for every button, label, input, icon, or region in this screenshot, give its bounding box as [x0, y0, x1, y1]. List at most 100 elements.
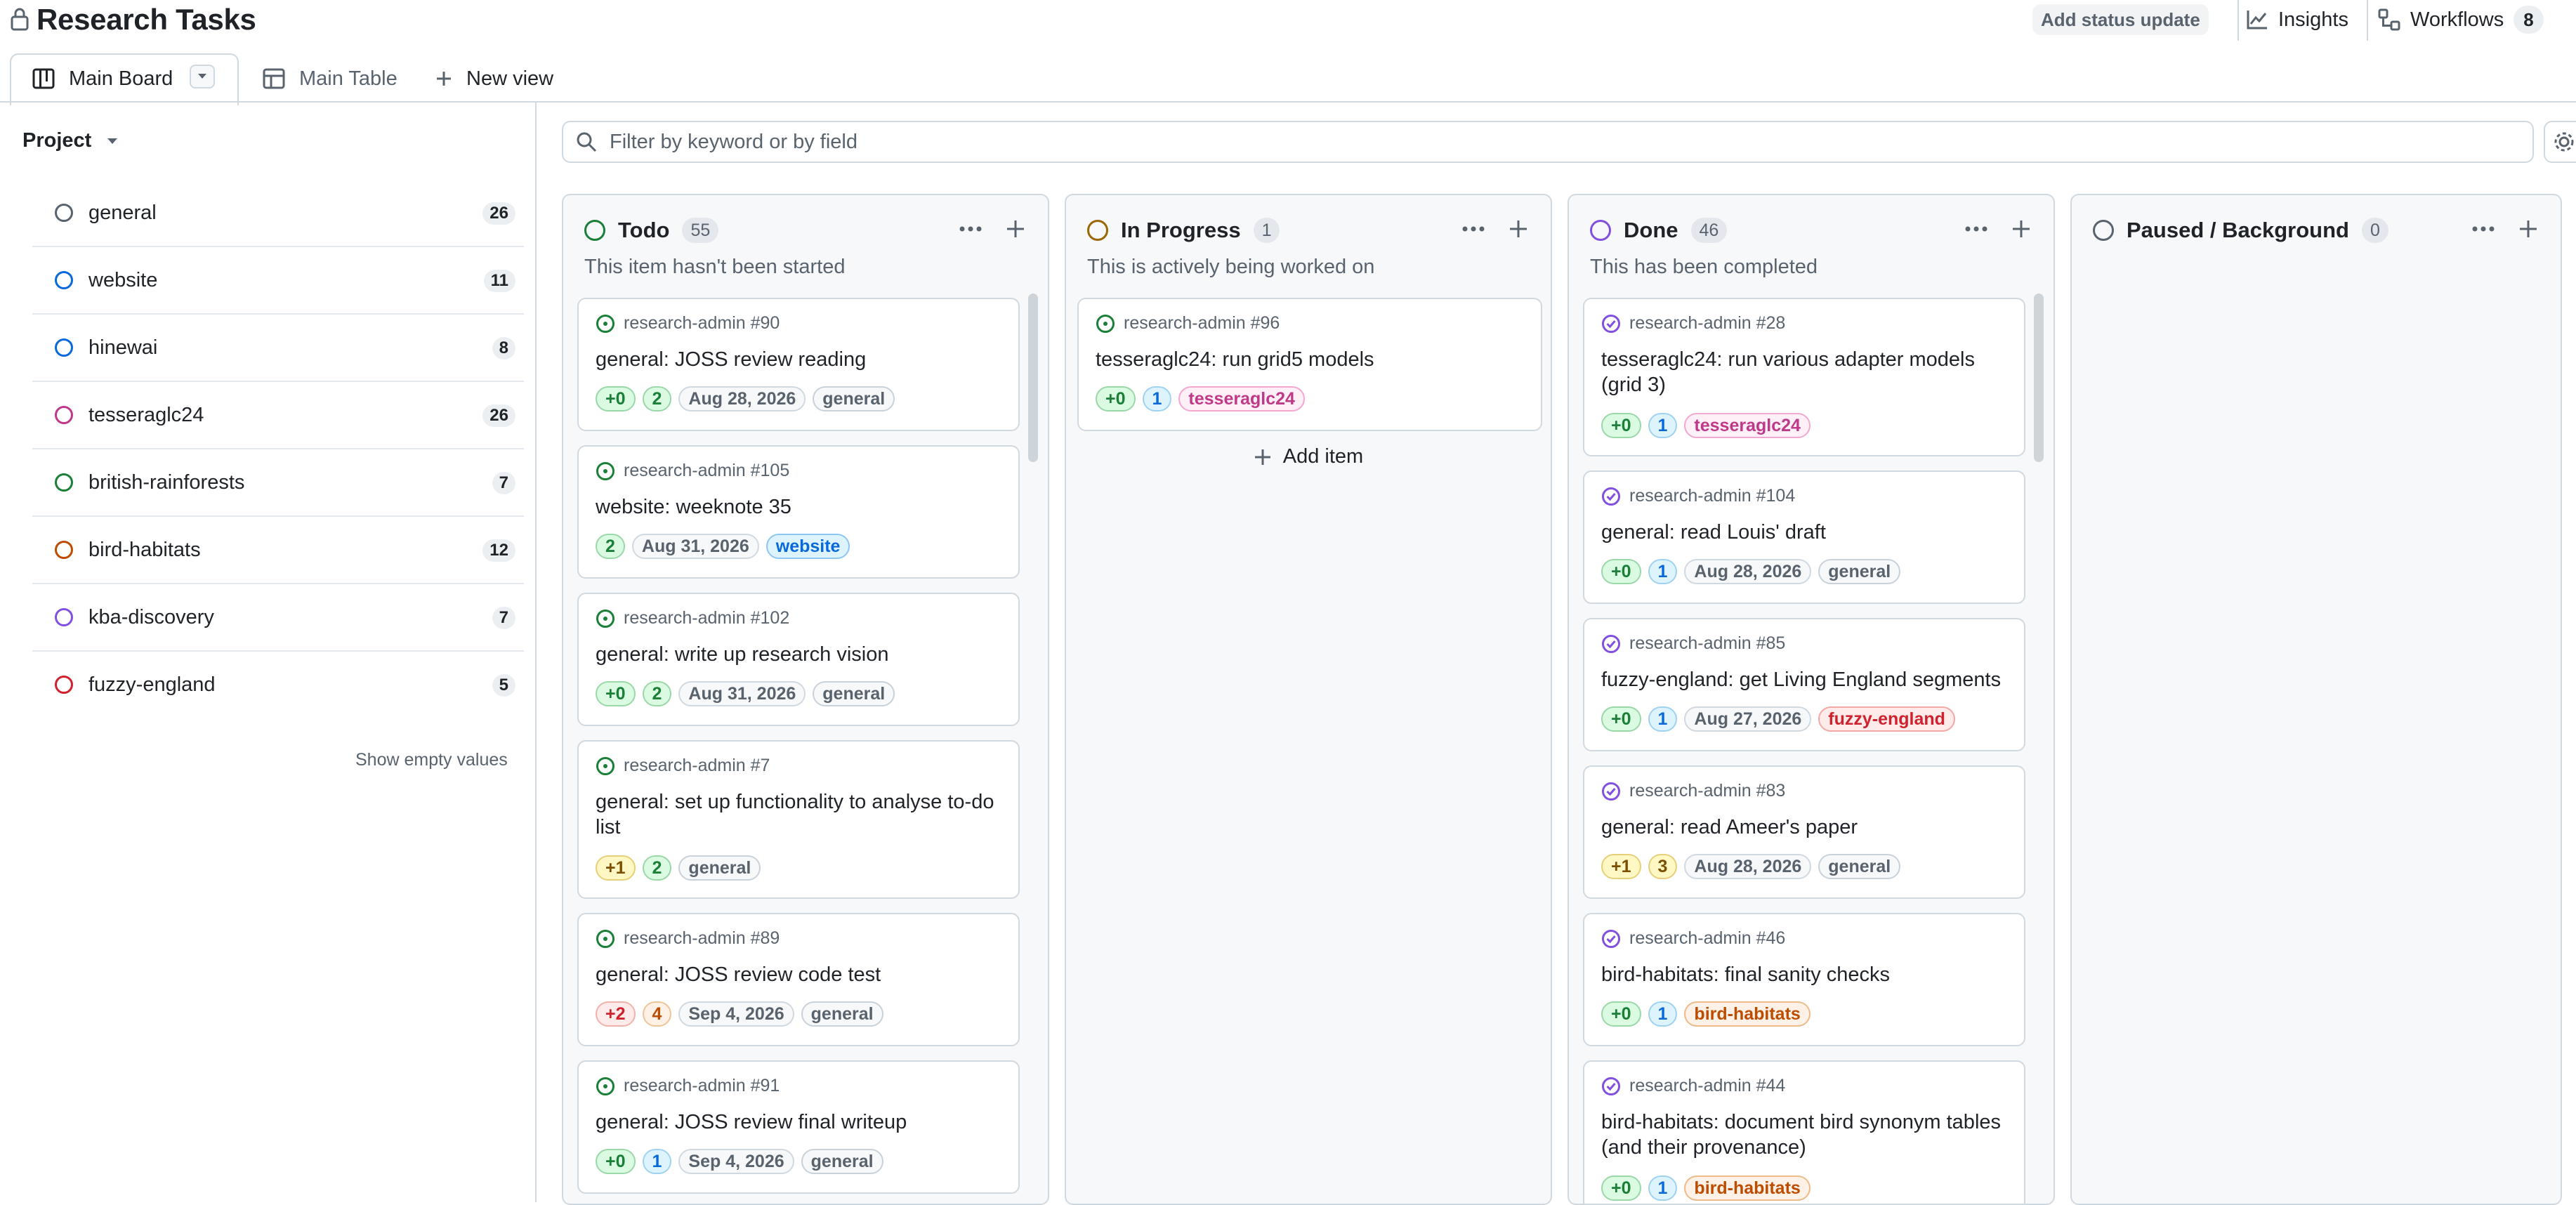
- column-scrollbar[interactable]: [2034, 294, 2044, 1204]
- tab-main-table[interactable]: Main Table: [263, 51, 397, 107]
- card-title[interactable]: general: set up functionality to analyse…: [596, 789, 1001, 840]
- table-icon: [263, 67, 285, 90]
- issue-card[interactable]: research-admin #96 tesseraglc24: run gri…: [1077, 298, 1542, 431]
- project-group-selector[interactable]: Project: [22, 129, 118, 152]
- card-ref: research-admin #46: [1601, 928, 1785, 949]
- label-badge: bird-habitats: [1684, 1001, 1811, 1027]
- show-empty-values-button[interactable]: Show empty values: [355, 750, 508, 770]
- add-status-update-button[interactable]: Add status update: [2032, 4, 2209, 35]
- card-title[interactable]: general: JOSS review final writeup: [596, 1109, 1001, 1135]
- card-ref-text: research-admin #102: [624, 608, 790, 628]
- page-title: Research Tasks: [37, 3, 256, 36]
- more-options-icon[interactable]: [2471, 216, 2496, 242]
- card-ref-text: research-admin #44: [1629, 1076, 1786, 1095]
- issue-card[interactable]: research-admin #90 general: JOSS review …: [577, 298, 1020, 431]
- card-ref: research-admin #7: [596, 756, 770, 776]
- card-title[interactable]: general: read Ameer's paper: [1601, 815, 2007, 840]
- card-badges: +0 1 tesseraglc24: [1601, 413, 1811, 438]
- workflows-button[interactable]: Workflows 8: [2378, 0, 2544, 41]
- card-ref: research-admin #102: [596, 608, 789, 628]
- card-title[interactable]: general: JOSS review reading: [596, 347, 1001, 372]
- badge: 1: [642, 1149, 672, 1174]
- badge: 1: [1648, 413, 1678, 438]
- workflow-icon: [2378, 8, 2400, 31]
- issue-card[interactable]: research-admin #28 tesseraglc24: run var…: [1583, 298, 2025, 456]
- sidebar-item-general[interactable]: general 26: [32, 180, 524, 247]
- card-title[interactable]: general: write up research vision: [596, 642, 1001, 667]
- date-badge: Aug 28, 2026: [1684, 559, 1812, 584]
- sidebar-item-website[interactable]: website 11: [32, 247, 524, 315]
- sidebar-item-hinewai[interactable]: hinewai 8: [32, 315, 524, 382]
- board-settings-button[interactable]: [2544, 121, 2576, 163]
- column-scrollbar[interactable]: [1028, 294, 1038, 1204]
- scrollbar-thumb[interactable]: [1028, 294, 1038, 462]
- closed-issue-icon: [1601, 634, 1621, 654]
- card-ref-text: research-admin #90: [624, 313, 780, 333]
- plus-icon: [435, 70, 452, 87]
- date-badge: Aug 31, 2026: [678, 681, 806, 706]
- add-item-button[interactable]: Add item: [1066, 445, 1551, 468]
- label-badge: general: [1818, 854, 1901, 879]
- sidebar-item-bird-habitats[interactable]: bird-habitats 12: [32, 517, 524, 584]
- column-count: 46: [1690, 218, 1728, 243]
- new-view-button[interactable]: New view: [435, 51, 553, 107]
- plus-icon: [1254, 448, 1272, 466]
- issue-card[interactable]: research-admin #46 bird-habitats: final …: [1583, 913, 2025, 1046]
- open-issue-icon: [596, 461, 615, 481]
- card-title[interactable]: fuzzy-england: get Living England segmen…: [1601, 667, 2007, 692]
- status-circle-icon: [55, 608, 73, 626]
- column-header: Paused / Background 0: [2093, 208, 2388, 253]
- add-item-plus-icon[interactable]: [1506, 216, 1531, 242]
- card-badges: +2 4 Sep 4, 2026 general: [596, 1001, 883, 1027]
- scrollbar-thumb[interactable]: [2034, 294, 2044, 462]
- card-title[interactable]: general: read Louis' draft: [1601, 520, 2007, 545]
- add-item-plus-icon[interactable]: [2516, 216, 2541, 242]
- tab-main-board-label: Main Board: [69, 67, 173, 90]
- date-badge: Aug 28, 2026: [1684, 854, 1812, 879]
- filter-bar[interactable]: Filter by keyword or by field: [562, 121, 2534, 163]
- issue-card[interactable]: research-admin #85 fuzzy-england: get Li…: [1583, 618, 2025, 751]
- sidebar-item-label: kba-discovery: [88, 606, 214, 628]
- sidebar-item-kba-discovery[interactable]: kba-discovery 7: [32, 584, 524, 652]
- sidebar-item-tesseraglc24[interactable]: tesseraglc24 26: [32, 382, 524, 449]
- insights-label: Insights: [2278, 8, 2348, 31]
- view-options-dropdown[interactable]: [190, 65, 215, 88]
- more-options-icon[interactable]: [1964, 216, 1989, 242]
- card-title[interactable]: tesseraglc24: run various adapter models…: [1601, 347, 2007, 397]
- sidebar-item-british-rainforests[interactable]: british-rainforests 7: [32, 449, 524, 517]
- tab-main-board-content[interactable]: Main Board: [32, 51, 173, 107]
- issue-card[interactable]: research-admin #105 website: weeknote 35…: [577, 445, 1020, 579]
- insights-button[interactable]: Insights: [2246, 0, 2348, 41]
- sidebar-item-fuzzy-england[interactable]: fuzzy-england 5: [32, 652, 524, 718]
- card-title[interactable]: bird-habitats: document bird synonym tab…: [1601, 1109, 2007, 1160]
- sidebar-item-count: 11: [483, 270, 515, 292]
- sidebar-item-count: 5: [492, 674, 515, 697]
- more-options-icon[interactable]: [958, 216, 983, 242]
- add-item-plus-icon[interactable]: [1003, 216, 1028, 242]
- card-badges: +1 2 general: [596, 855, 761, 881]
- issue-card[interactable]: research-admin #104 general: read Louis'…: [1583, 470, 2025, 604]
- more-options-icon[interactable]: [1461, 216, 1486, 242]
- card-title[interactable]: general: JOSS review code test: [596, 962, 1001, 987]
- open-issue-icon: [596, 609, 615, 628]
- card-title[interactable]: bird-habitats: final sanity checks: [1601, 962, 2007, 987]
- issue-card[interactable]: research-admin #83 general: read Ameer's…: [1583, 765, 2025, 899]
- label-badge: general: [801, 1149, 883, 1174]
- issue-card[interactable]: research-admin #44 bird-habitats: docume…: [1583, 1060, 2025, 1204]
- card-badges: +0 1 bird-habitats: [1601, 1001, 1811, 1027]
- add-item-plus-icon[interactable]: [2009, 216, 2034, 242]
- badge: +0: [1601, 1176, 1641, 1201]
- issue-card[interactable]: research-admin #91 general: JOSS review …: [577, 1060, 1020, 1194]
- issue-card[interactable]: research-admin #7 general: set up functi…: [577, 740, 1020, 899]
- issue-card[interactable]: research-admin #89 general: JOSS review …: [577, 913, 1020, 1046]
- card-title[interactable]: website: weeknote 35: [596, 494, 1001, 520]
- card-title[interactable]: tesseraglc24: run grid5 models: [1096, 347, 1524, 372]
- badge: +0: [1601, 559, 1641, 584]
- label-badge: general: [813, 681, 895, 706]
- filter-input[interactable]: Filter by keyword or by field: [610, 131, 857, 154]
- column-done: Done 46 This has been completed research…: [1568, 194, 2055, 1205]
- badge: 1: [1648, 1001, 1678, 1027]
- column-title: Todo: [618, 218, 670, 242]
- badge: 1: [1648, 706, 1678, 732]
- issue-card[interactable]: research-admin #102 general: write up re…: [577, 593, 1020, 726]
